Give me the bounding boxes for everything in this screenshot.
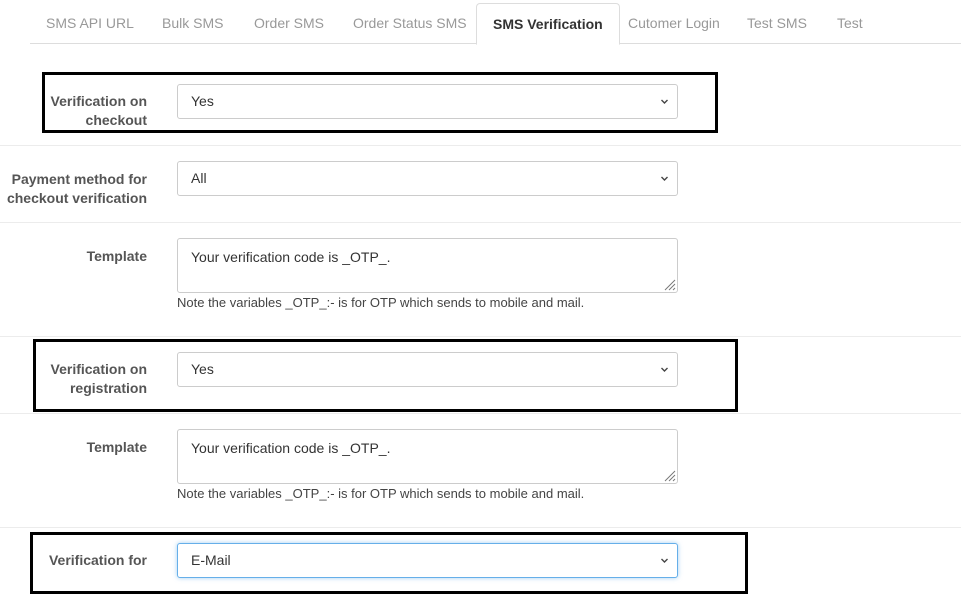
chevron-down-icon — [661, 367, 668, 372]
checkout-verification-label-line1: Verification on — [50, 93, 147, 109]
tab-test[interactable]: Test — [837, 0, 863, 44]
tab-order-sms[interactable]: Order SMS — [254, 0, 324, 44]
resize-grip-icon[interactable] — [662, 277, 676, 291]
tab-customer-login[interactable]: Cutomer Login — [628, 0, 720, 44]
tab-bulk-sms[interactable]: Bulk SMS — [162, 0, 223, 44]
tab-order-status-sms[interactable]: Order Status SMS — [353, 0, 467, 44]
payment-method-label-line1: Payment method for — [11, 171, 147, 187]
checkout-template-value: Your verification code is _OTP_. — [191, 249, 391, 265]
payment-method-label-line2: checkout verification — [6, 190, 147, 206]
registration-verification-label-line1: Verification on — [50, 361, 147, 377]
checkout-template-help: Note the variables _OTP_:- is for OTP wh… — [177, 295, 585, 310]
chevron-down-icon — [661, 558, 668, 563]
registration-verification-select[interactable]: Yes — [177, 352, 678, 387]
checkout-verification-value: Yes — [191, 93, 214, 109]
registration-template-value: Your verification code is _OTP_. — [191, 440, 391, 456]
registration-verification-label-line2: registration — [69, 380, 147, 396]
chevron-down-icon — [661, 99, 668, 104]
resize-grip-icon[interactable] — [662, 468, 676, 482]
checkout-verification-label-line2: checkout — [85, 112, 147, 128]
registration-template-help: Note the variables _OTP_:- is for OTP wh… — [177, 486, 585, 501]
tab-sms-api-url[interactable]: SMS API URL — [46, 0, 134, 44]
payment-method-select[interactable]: All — [177, 161, 678, 196]
settings-tabs: SMS API URL Bulk SMS Order SMS Order Sta… — [30, 0, 961, 45]
checkout-verification-select[interactable]: Yes — [177, 84, 678, 119]
payment-method-value: All — [191, 170, 207, 186]
row-divider — [0, 527, 961, 528]
verification-for-select[interactable]: E-Mail — [177, 543, 678, 578]
registration-template-textarea[interactable]: Your verification code is _OTP_. — [177, 429, 678, 484]
row-divider — [0, 413, 961, 414]
registration-verification-value: Yes — [191, 361, 214, 377]
verification-for-value: E-Mail — [191, 552, 231, 568]
checkout-verification-label: Verification on checkout — [51, 92, 147, 130]
payment-method-label: Payment method for checkout verification — [7, 170, 147, 208]
tab-sms-verification[interactable]: SMS Verification — [476, 3, 620, 45]
row-divider — [0, 145, 961, 146]
tab-test-sms[interactable]: Test SMS — [747, 0, 807, 44]
registration-verification-label: Verification on registration — [51, 360, 147, 398]
registration-template-label: Template — [86, 439, 147, 455]
checkout-template-textarea[interactable]: Your verification code is _OTP_. — [177, 238, 678, 293]
chevron-down-icon — [661, 176, 668, 181]
checkout-template-label: Template — [86, 248, 147, 264]
verification-for-label: Verification for — [48, 552, 147, 568]
row-divider — [0, 222, 961, 223]
row-divider — [0, 336, 961, 337]
